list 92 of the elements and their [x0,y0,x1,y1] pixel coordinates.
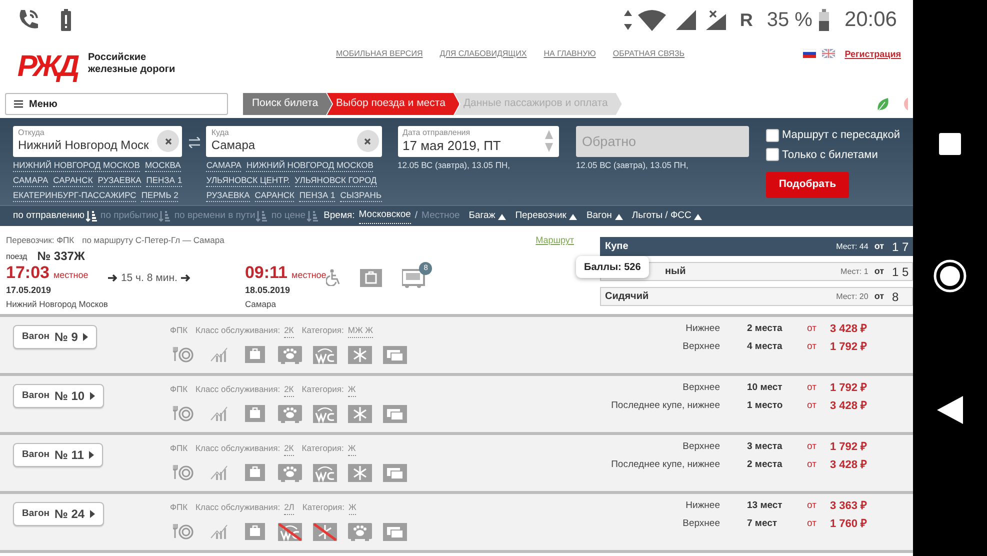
carrier-text: ФПК [170,442,188,455]
seat-type: Нижнее [684,498,720,513]
price: 1 792 ₽ [830,380,867,396]
category-value: Ж [348,501,356,515]
price: 3 428 ₽ [830,398,867,414]
seat-type: Верхнее [682,380,720,395]
seat-type: Последнее купе, нижнее [610,398,720,413]
field-label: Куда [211,128,230,137]
time-label: Время: [324,208,355,223]
price-prefix: от [807,516,818,531]
price-prefix: от [807,498,818,513]
carrier-text: ФПК [170,501,188,514]
price-prefix: от [874,264,884,278]
time-zone-label: местное [292,268,326,282]
seat-count: 4 места [747,340,784,354]
category-value: Ж [348,442,356,456]
field-label: Дата отправления [402,128,472,137]
price: 3 428 ₽ [830,458,867,473]
departure-time: 17:03 [6,262,50,282]
service-class-value: 2К [284,442,294,456]
service-class-label: Класс обслуживания: [196,501,280,514]
train-number: № 337Ж [37,248,85,262]
seat-count: 1 место [747,398,784,413]
battery-percent: 35 % [766,8,812,33]
travel-date: 18.05.2019 [244,284,291,296]
carrier-text: ФПК [170,324,188,337]
service-class-value: 2Л [284,501,294,515]
carrier-text: ФПК [170,383,188,396]
seat-count: 7 мест [747,516,778,531]
seat-count: 13 мест [747,498,784,513]
seat-type: Верхнее [682,340,720,354]
field-value: Самара [211,137,256,154]
route-text: по маршруту С-Петер-Гл — Самара [82,234,224,248]
price: 8 [892,288,900,306]
separator: / [414,208,418,223]
seat-count: Мест: 1 [840,266,868,278]
price-prefix: от [807,458,818,472]
class-name: Сидячий [605,290,649,304]
price: 3 363 ₽ [830,498,867,514]
seat-type: Последнее купе, нижнее [610,458,720,472]
train-label: поезд [6,250,28,262]
price: 1 7 [892,238,910,256]
carrier-text: Перевозчик: ФПК [6,234,74,248]
time-zone-label: местное [53,268,88,282]
category-label: Категория: [302,442,344,455]
seat-count: 2 места [747,458,784,472]
seat-count: Мест: 44 [836,240,868,252]
station-name: Нижний Новгород Москов [6,298,108,310]
seat-type: Верхнее [682,440,720,454]
travel-date: 17.05.2019 [6,284,52,296]
seat-type: Верхнее [682,516,720,531]
category-value: Ж [348,383,356,397]
arrival-time: 09:11 [244,262,288,282]
roaming-indicator: R [740,8,753,32]
checkbox-label: Маршрут с пересадкой [782,128,900,143]
price-prefix: от [807,322,818,336]
seat-count: 2 места [747,322,784,336]
service-class-label: Класс обслуживания: [196,442,280,455]
price-prefix: от [807,340,818,354]
price-prefix: от [807,380,818,395]
price: 1 760 ₽ [830,516,867,532]
price: 3 428 ₽ [830,322,867,337]
category-label: Категория: [302,383,344,396]
field-value: Нижний Новгород Моск [18,137,149,154]
field-label: Откуда [18,128,46,137]
service-class-value: 2К [284,383,294,397]
station-name: Самара [244,298,277,310]
seat-count: 3 места [747,440,784,454]
class-name: ный [665,265,686,279]
clock: 20:06 [844,7,897,34]
price-prefix: от [807,398,818,413]
brand-name: Российские железные дороги [88,52,176,76]
price-prefix: от [807,440,818,454]
price: 1 5 [892,264,910,280]
field-value: 17 мая 2019, ПТ [402,137,501,154]
seat-count: 10 мест [747,380,784,395]
service-class-label: Класс обслуживания: [196,383,280,396]
service-class-value: 2К [284,324,294,338]
points-tooltip: Баллы: 526 [576,256,649,278]
price-prefix: от [874,290,884,303]
category-value: МЖ Ж [348,324,374,338]
checkbox-label: Только с билетами [782,148,878,162]
price-prefix: от [874,240,884,253]
service-class-label: Класс обслуживания: [196,324,280,337]
travel-duration: 15 ч. 8 мин. [120,270,178,286]
price: 1 792 ₽ [830,340,867,355]
seat-type: Нижнее [684,322,720,336]
price: 1 792 ₽ [830,440,867,455]
category-label: Категория: [302,501,344,514]
category-label: Категория: [302,324,344,337]
class-name: Купе [605,240,628,254]
seat-count: Мест: 20 [836,290,868,302]
